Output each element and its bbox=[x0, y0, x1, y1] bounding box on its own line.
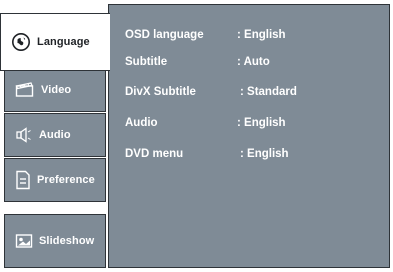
setting-key: DVD menu bbox=[125, 148, 184, 160]
tab-label: Video bbox=[41, 84, 72, 96]
tab-language[interactable]: Language bbox=[0, 13, 110, 71]
video-icon bbox=[15, 82, 35, 98]
speaker-icon bbox=[15, 126, 33, 144]
setting-key: Subtitle bbox=[125, 56, 168, 68]
tab-label: Preference bbox=[37, 174, 95, 186]
setting-key: Audio bbox=[125, 117, 158, 129]
globe-icon bbox=[11, 32, 31, 52]
tab-slideshow[interactable]: Slideshow bbox=[4, 214, 106, 268]
setting-value: : Standard bbox=[240, 86, 297, 98]
setting-value: : English bbox=[237, 117, 286, 129]
tab-label: Language bbox=[37, 36, 90, 48]
tab-label: Slideshow bbox=[39, 235, 95, 247]
document-icon bbox=[15, 170, 31, 190]
photo-icon bbox=[15, 233, 33, 249]
setting-value: : English bbox=[237, 29, 286, 41]
setting-key: OSD language bbox=[125, 29, 204, 41]
tab-label: Audio bbox=[39, 129, 71, 141]
tab-preference[interactable]: Preference bbox=[4, 158, 106, 202]
setting-key: DivX Subtitle bbox=[125, 86, 196, 98]
settings-panel: OSD language : English Subtitle : Auto D… bbox=[108, 4, 390, 268]
setting-value: : Auto bbox=[237, 56, 270, 68]
tab-video[interactable]: Video bbox=[4, 68, 106, 112]
dvd-setup-menu: OSD language : English Subtitle : Auto D… bbox=[0, 0, 393, 272]
setting-value: : English bbox=[240, 148, 289, 160]
tab-audio[interactable]: Audio bbox=[4, 113, 106, 157]
